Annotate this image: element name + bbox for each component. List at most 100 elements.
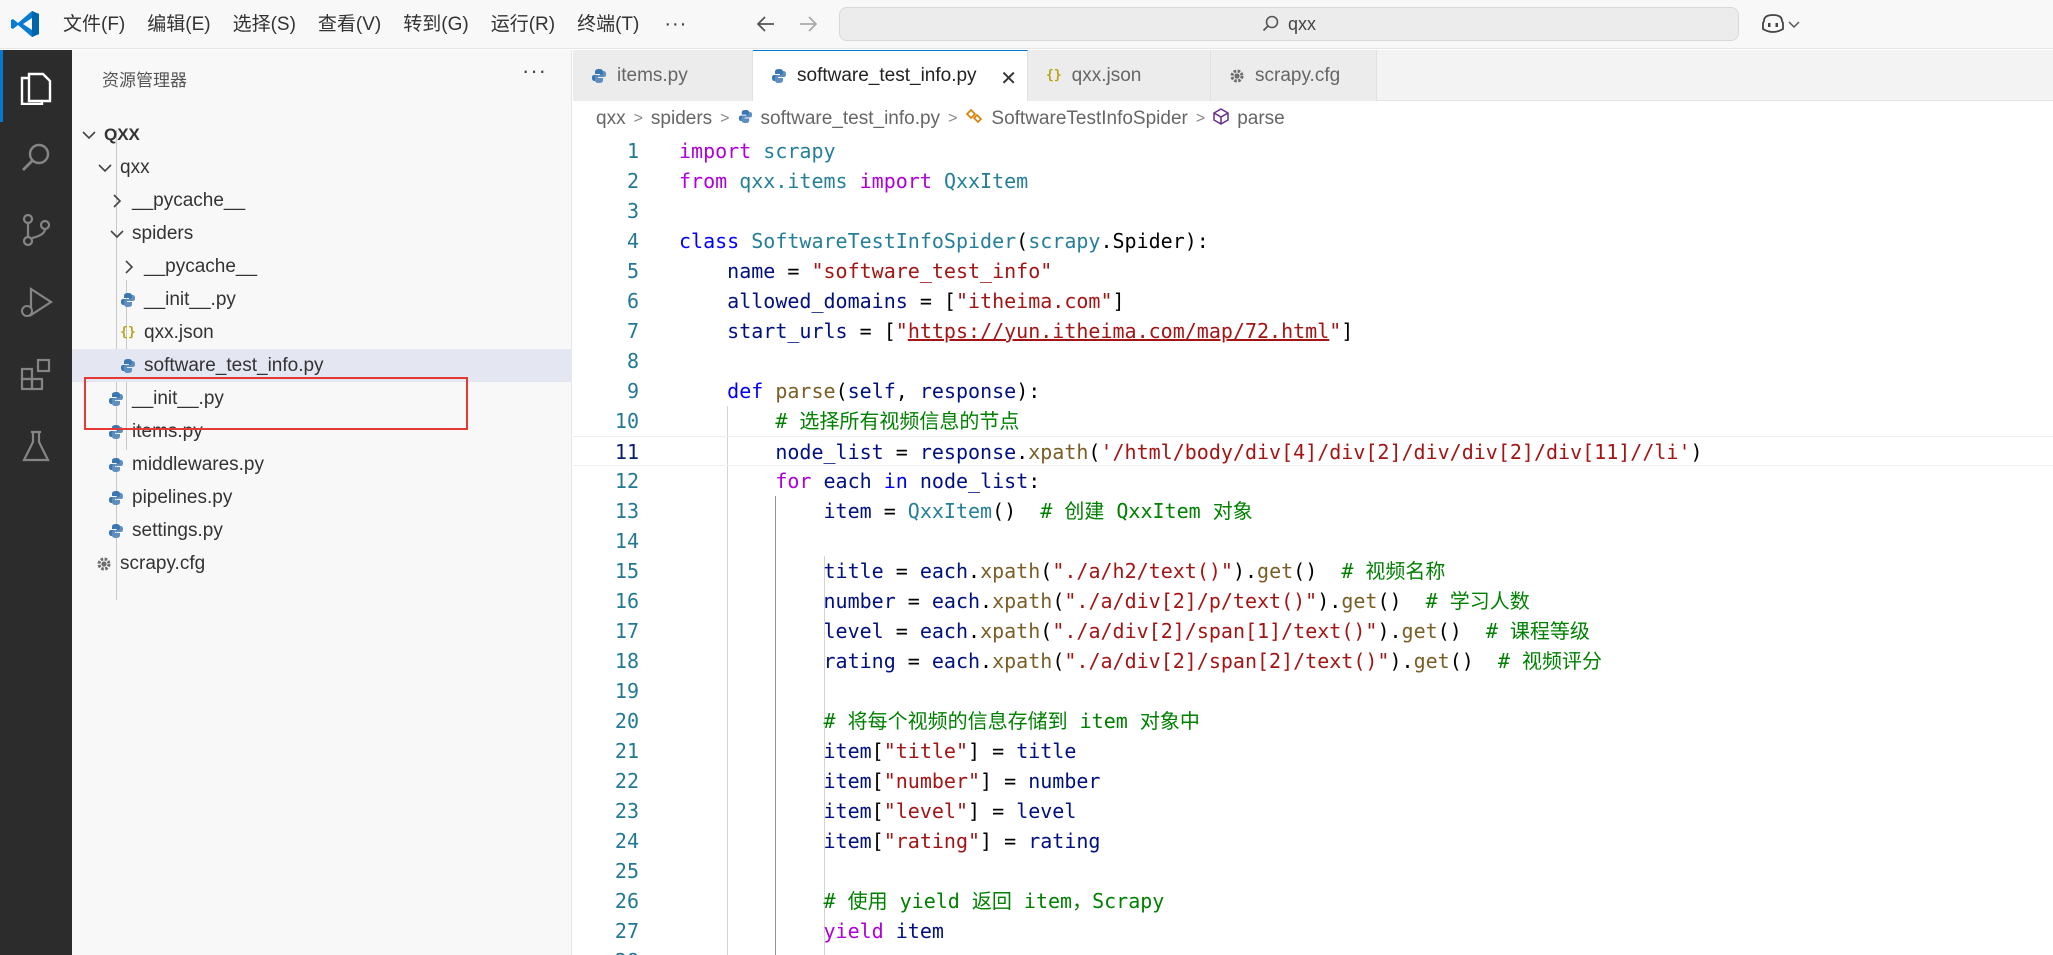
code-line[interactable]: 9 def parse(self, response): <box>573 376 2053 406</box>
nav-arrows <box>752 10 822 38</box>
code-line[interactable]: 11 node_list = response.xpath('/html/bod… <box>573 436 2053 466</box>
code-line[interactable]: 8 <box>573 346 2053 376</box>
breadcrumb-item[interactable]: spiders <box>651 108 712 130</box>
code-line[interactable]: 14 <box>573 526 2053 556</box>
tree-file-init[interactable]: __init__.py <box>72 283 572 316</box>
tree-folder-qxx[interactable]: qxx <box>72 151 572 184</box>
source-control-activity-button[interactable] <box>0 194 72 266</box>
extensions-icon <box>20 358 51 391</box>
tab-items-py[interactable]: items.py <box>573 50 753 101</box>
back-arrow-icon[interactable] <box>752 10 780 38</box>
code-line[interactable]: 4 class SoftwareTestInfoSpider(scrapy.Spi… <box>573 226 2053 256</box>
code-line[interactable]: 24 item["rating"] = rating <box>573 826 2053 856</box>
code-line[interactable]: 18 rating = each.xpath("./a/div[2]/span[… <box>573 646 2053 676</box>
menu-view[interactable]: 查看(V) <box>307 0 392 49</box>
menu-go[interactable]: 转到(G) <box>392 0 479 49</box>
code-token: # 使用 yield 返回 item，Scrapy <box>823 889 1165 913</box>
menu-edit[interactable]: 编辑(E) <box>136 0 221 49</box>
code-token: # 课程等级 <box>1485 619 1590 643</box>
code-token: import <box>859 169 932 193</box>
code-line[interactable]: 16 number = each.xpath("./a/div[2]/p/tex… <box>573 586 2053 616</box>
code-editor[interactable]: 1 import scrapy 2 from qxx.items import Qxx… <box>573 136 2053 955</box>
tree-file-middlewares[interactable]: middlewares.py <box>72 448 572 481</box>
tab-label: scrapy.cfg <box>1255 64 1341 86</box>
code-token: ). <box>1317 589 1342 613</box>
menu-run[interactable]: 运行(R) <box>480 0 566 49</box>
json-icon: {} <box>1046 68 1062 83</box>
copilot-menu[interactable] <box>1760 10 1808 38</box>
line-number: 1 <box>626 139 639 163</box>
code-line[interactable]: 28 <box>573 946 2053 955</box>
breadcrumb-item[interactable]: parse <box>1237 108 1285 130</box>
line-number: 25 <box>614 859 639 883</box>
tree-folder-pycache[interactable]: __pycache__ <box>72 184 572 217</box>
code-line[interactable]: 13 item = QxxItem() # 创建 QxxItem 对象 <box>573 496 2053 526</box>
chevron-right-icon: > <box>1195 110 1206 127</box>
breadcrumb-item[interactable]: software_test_info.py <box>761 108 941 130</box>
search-activity-button[interactable] <box>0 122 72 194</box>
code-line[interactable]: 10 # 选择所有视频信息的节点 <box>573 406 2053 436</box>
tree-folder-spiders[interactable]: spiders <box>72 217 572 250</box>
code-line[interactable]: 15 title = each.xpath("./a/h2/text()").g… <box>573 556 2053 586</box>
code-line[interactable]: 12 for each in node_list: <box>573 466 2053 496</box>
tree-file-json[interactable]: {} qxx.json <box>72 316 572 349</box>
tree-folder-pycache[interactable]: __pycache__ <box>72 250 572 283</box>
code-line[interactable]: 20 # 将每个视频的信息存储到 item 对象中 <box>573 706 2053 736</box>
code-token: # 视频名称 <box>1341 559 1446 583</box>
run-debug-activity-button[interactable] <box>0 266 72 338</box>
testing-activity-button[interactable] <box>0 410 72 482</box>
code-token: " <box>1329 319 1342 343</box>
code-line[interactable]: 19 <box>573 676 2053 706</box>
code-token: start_urls <box>727 319 848 343</box>
explorer-more-button[interactable]: ··· <box>522 58 547 84</box>
command-center-search[interactable]: qxx <box>839 7 1739 41</box>
code-line[interactable]: 25 <box>573 856 2053 886</box>
tab-software-test-info-py[interactable]: software_test_info.py ✕ <box>753 50 1028 101</box>
code-line[interactable]: 27 yield item <box>573 916 2053 946</box>
code-token: , <box>895 379 920 403</box>
code-line[interactable]: 26 # 使用 yield 返回 item，Scrapy <box>573 886 2053 916</box>
menu-bar: 文件(F) 编辑(E) 选择(S) 查看(V) 转到(G) 运行(R) 终端(T… <box>52 0 701 49</box>
code-line[interactable]: 7 start_urls = ["https://yun.itheima.com… <box>573 316 2053 346</box>
menu-file[interactable]: 文件(F) <box>52 0 136 49</box>
code-line[interactable]: 1 import scrapy <box>573 136 2053 166</box>
breadcrumb-item[interactable]: qxx <box>596 108 626 130</box>
code-line[interactable]: 22 item["number"] = number <box>573 766 2053 796</box>
tree-file-pipelines[interactable]: pipelines.py <box>72 481 572 514</box>
code-token: ] = <box>980 769 1029 793</box>
extensions-activity-button[interactable] <box>0 338 72 410</box>
code-token: "level" <box>883 799 969 823</box>
code-line[interactable]: 3 <box>573 196 2053 226</box>
tab-qxx-json[interactable]: {} qxx.json <box>1028 50 1211 101</box>
code-line[interactable]: 17 level = each.xpath("./a/div[2]/span[1… <box>573 616 2053 646</box>
menu-selection[interactable]: 选择(S) <box>222 0 307 49</box>
forward-arrow-icon[interactable] <box>794 10 822 38</box>
tree-root-qxx[interactable]: QXX <box>72 118 572 151</box>
code-text: for each in node_list: <box>679 466 1040 496</box>
line-number: 27 <box>614 919 639 943</box>
breadcrumb-item[interactable]: SoftwareTestInfoSpider <box>991 108 1187 130</box>
code-line[interactable]: 21 item["title"] = title <box>573 736 2053 766</box>
code-token: . <box>980 589 993 613</box>
tree-file-scrapy-cfg[interactable]: scrapy.cfg <box>72 547 572 580</box>
tab-scrapy-cfg[interactable]: scrapy.cfg <box>1211 50 1377 101</box>
line-number: 3 <box>626 199 639 223</box>
editor-tab-bar: items.py software_test_info.py ✕ {} qxx.… <box>573 50 2053 101</box>
menu-terminal[interactable]: 终端(T) <box>566 0 650 49</box>
code-line[interactable]: 6 allowed_domains = ["itheima.com"] <box>573 286 2053 316</box>
explorer-activity-button[interactable] <box>0 50 72 122</box>
code-line[interactable]: 5 name = "software_test_info" <box>573 256 2053 286</box>
line-number: 21 <box>614 739 639 763</box>
code-line[interactable]: 23 item["level"] = level <box>573 796 2053 826</box>
menu-more-button[interactable]: ··· <box>650 0 701 49</box>
code-line[interactable]: 2 from qxx.items import QxxItem <box>573 166 2053 196</box>
code-token: ( <box>1040 559 1053 583</box>
close-icon[interactable]: ✕ <box>1000 66 1017 91</box>
python-icon <box>738 108 753 130</box>
tree-file-settings[interactable]: settings.py <box>72 514 572 547</box>
